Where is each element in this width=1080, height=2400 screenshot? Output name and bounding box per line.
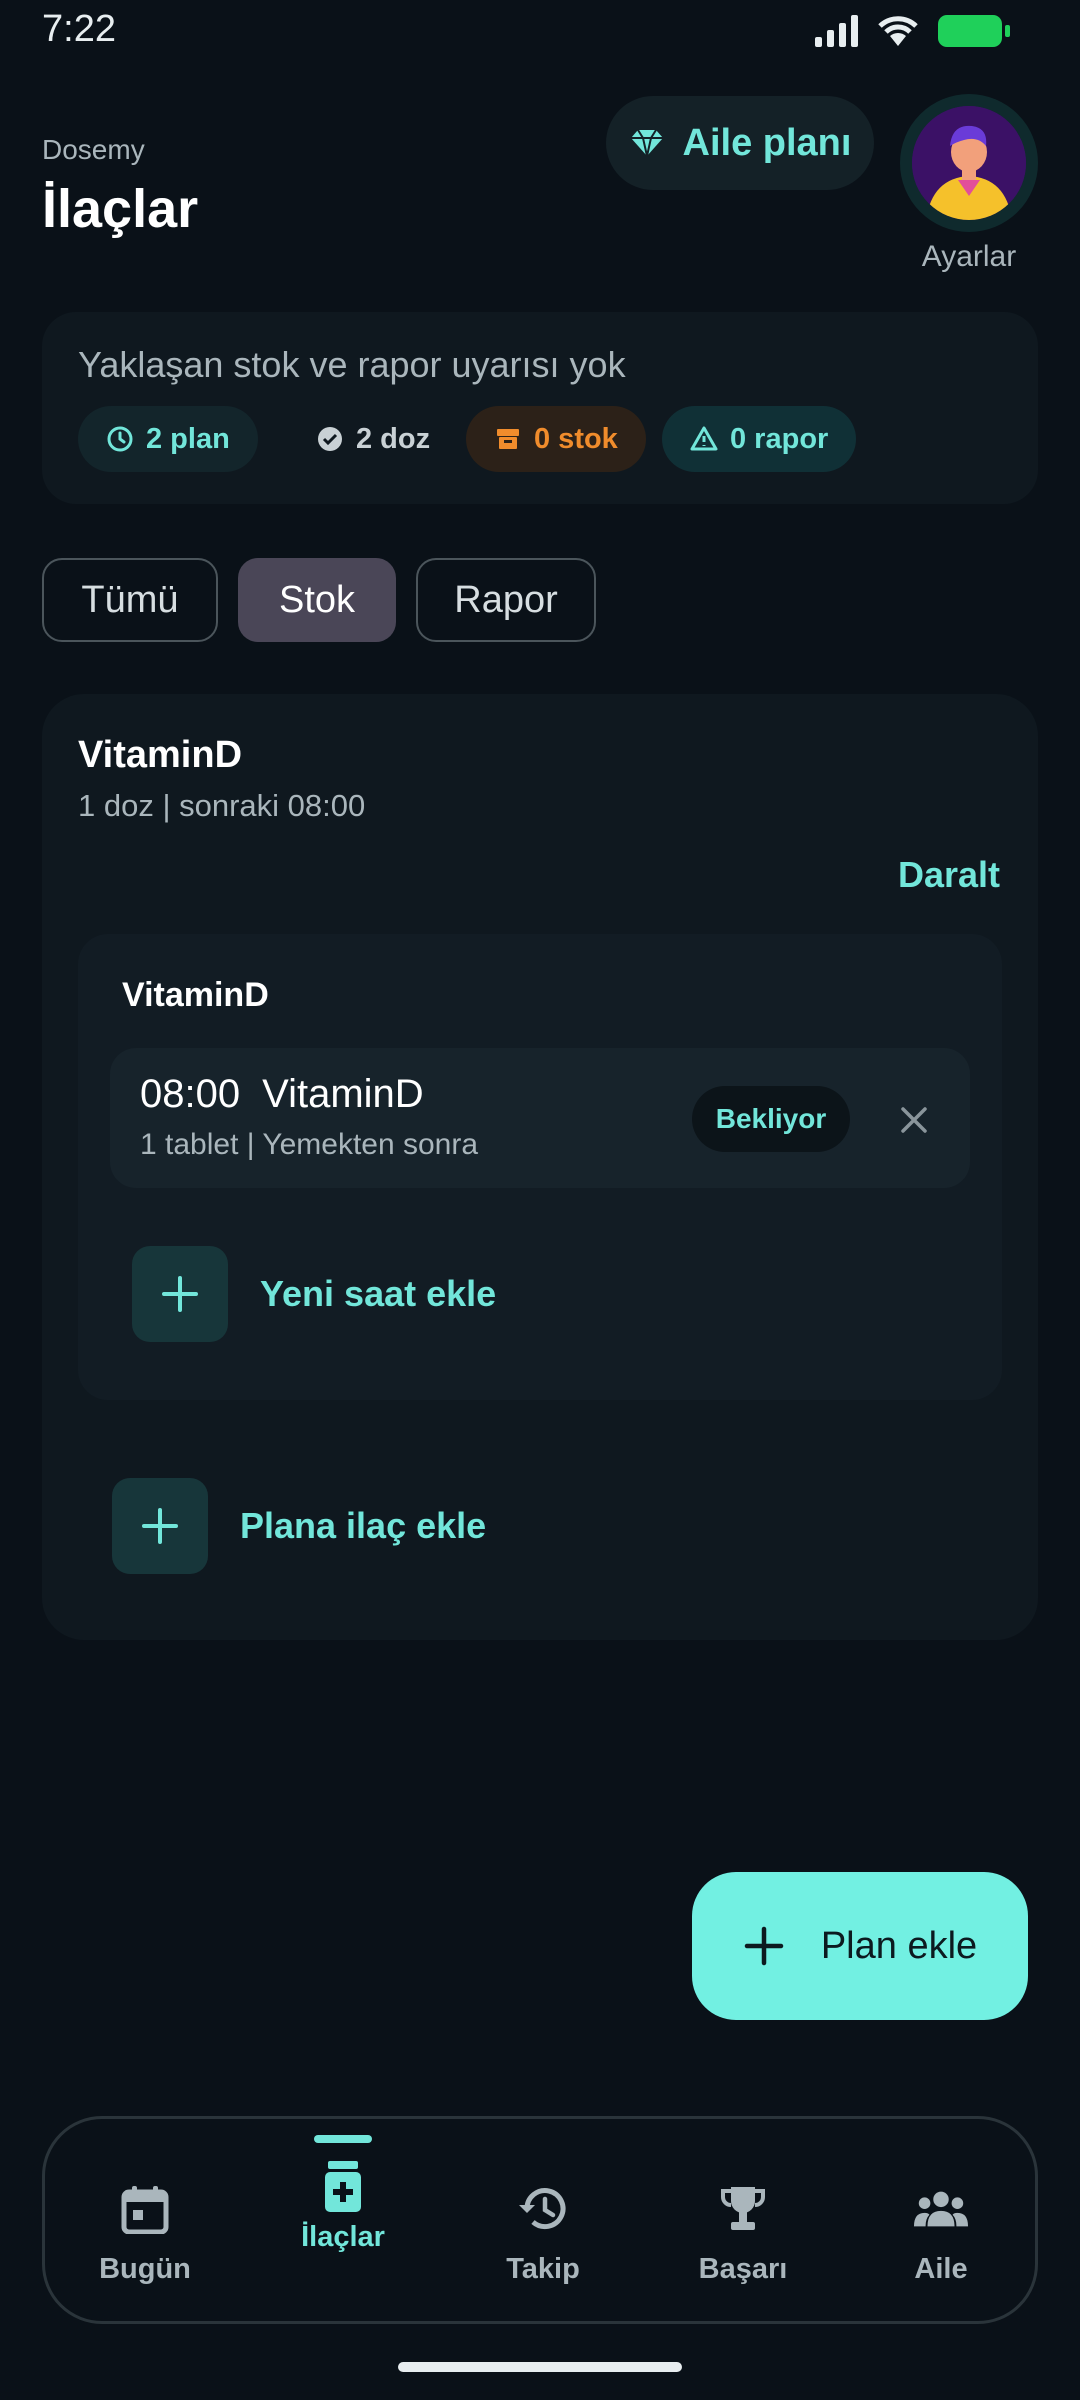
settings-label[interactable]: Ayarlar [900,240,1038,274]
nav-label-achievements: Başarı [698,2253,788,2285]
dose-medication: VitaminD [262,1072,424,1116]
add-time-label: Yeni saat ekle [260,1273,497,1314]
medicine-bottle-icon [315,2159,371,2215]
medication-box: VitaminD 08:00 VitaminD 1 tablet | Yemekt… [78,934,1002,1400]
status-icons [815,14,1010,48]
nav-label-tracking: Takip [506,2253,580,2285]
dose-count-label: 2 doz [356,422,431,455]
nav-label-today: Bugün [99,2253,191,2285]
bottom-navigation: Bugün İlaçlar Takip Başarı Aile [42,2116,1038,2324]
warning-triangle-icon [690,426,718,451]
stock-count-label: 0 stok [534,422,618,455]
add-time-plus-box [132,1246,228,1342]
add-time-button[interactable]: Yeni saat ekle [132,1246,496,1342]
history-icon [515,2181,571,2237]
nav-item-family[interactable]: Aile [841,2119,1041,2327]
close-icon [901,1107,927,1133]
home-indicator[interactable] [398,2362,682,2372]
archive-box-icon [497,429,519,449]
plus-icon [162,1276,198,1312]
trophy-icon [715,2181,771,2237]
clock-icon [107,426,133,452]
diamond-icon [630,129,663,157]
status-badge: Bekliyor [692,1086,850,1152]
medication-name: VitaminD [122,976,269,1014]
add-plan-fab[interactable]: Plan ekle [692,1872,1028,2020]
active-tab-indicator [314,2135,372,2143]
dose-time: 08:00 [140,1072,241,1116]
add-medication-button[interactable]: Plana ilaç ekle [112,1478,486,1574]
alert-message: Yaklaşan stok ve rapor uyarısı yok [78,344,626,385]
collapse-button[interactable]: Daralt [898,854,1000,896]
check-circle-icon [318,427,342,451]
brand-name: Dosemy [42,134,145,165]
plan-subtitle: 1 doz | sonraki 08:00 [78,788,366,823]
plan-card: VitaminD 1 doz | sonraki 08:00 Daralt Vi… [42,694,1038,1640]
filter-tab-report[interactable]: Rapor [416,558,596,642]
nav-item-medications[interactable]: İlaçlar [243,2119,443,2327]
nav-item-achievements[interactable]: Başarı [643,2119,843,2327]
nav-item-today[interactable]: Bugün [45,2119,245,2327]
status-bar: 7:22 [0,0,1080,60]
group-icon [913,2181,969,2237]
nav-label-family: Aile [914,2253,968,2285]
add-plan-label: Plan ekle [820,1924,978,1967]
signal-icon [815,15,858,47]
family-plan-label: Aile planı [682,121,852,164]
filter-tab-all[interactable]: Tümü [42,558,218,642]
battery-icon [938,15,1010,47]
add-medication-plus-box [112,1478,208,1574]
filter-tab-stock[interactable]: Stok [238,558,396,642]
medications-screen: 7:22 Dosemy İlaçlar Aile planı Ayarlar Y… [0,0,1080,2400]
stock-count-chip[interactable]: 0 stok [466,406,646,472]
plan-title: VitaminD [78,734,243,776]
settings-avatar-button[interactable] [900,94,1038,232]
status-time: 7:22 [42,8,116,50]
wifi-icon [878,16,918,46]
plus-icon [744,1926,784,1966]
add-medication-label: Plana ilaç ekle [240,1505,487,1546]
family-plan-button[interactable]: Aile planı [606,96,874,190]
dose-time-name: 08:00 VitaminD [140,1072,446,1117]
dose-detail: 1 tablet | Yemekten sonra [140,1128,479,1161]
nav-label-medications: İlaçlar [301,2221,385,2253]
dose-count-chip[interactable]: 2 doz [302,406,458,472]
remove-dose-button[interactable] [886,1092,942,1148]
report-count-label: 0 rapor [730,422,829,455]
plus-icon [142,1508,178,1544]
nav-item-tracking[interactable]: Takip [443,2119,643,2327]
dose-row[interactable]: 08:00 VitaminD 1 tablet | Yemekten sonra … [110,1048,970,1188]
plan-count-chip[interactable]: 2 plan [78,406,258,472]
plan-count-label: 2 plan [146,422,230,455]
avatar [912,106,1026,220]
page-title: İlaçlar [42,179,199,239]
calendar-icon [117,2181,173,2237]
alert-summary-card: Yaklaşan stok ve rapor uyarısı yok 2 pla… [42,312,1038,504]
report-count-chip[interactable]: 0 rapor [662,406,857,472]
